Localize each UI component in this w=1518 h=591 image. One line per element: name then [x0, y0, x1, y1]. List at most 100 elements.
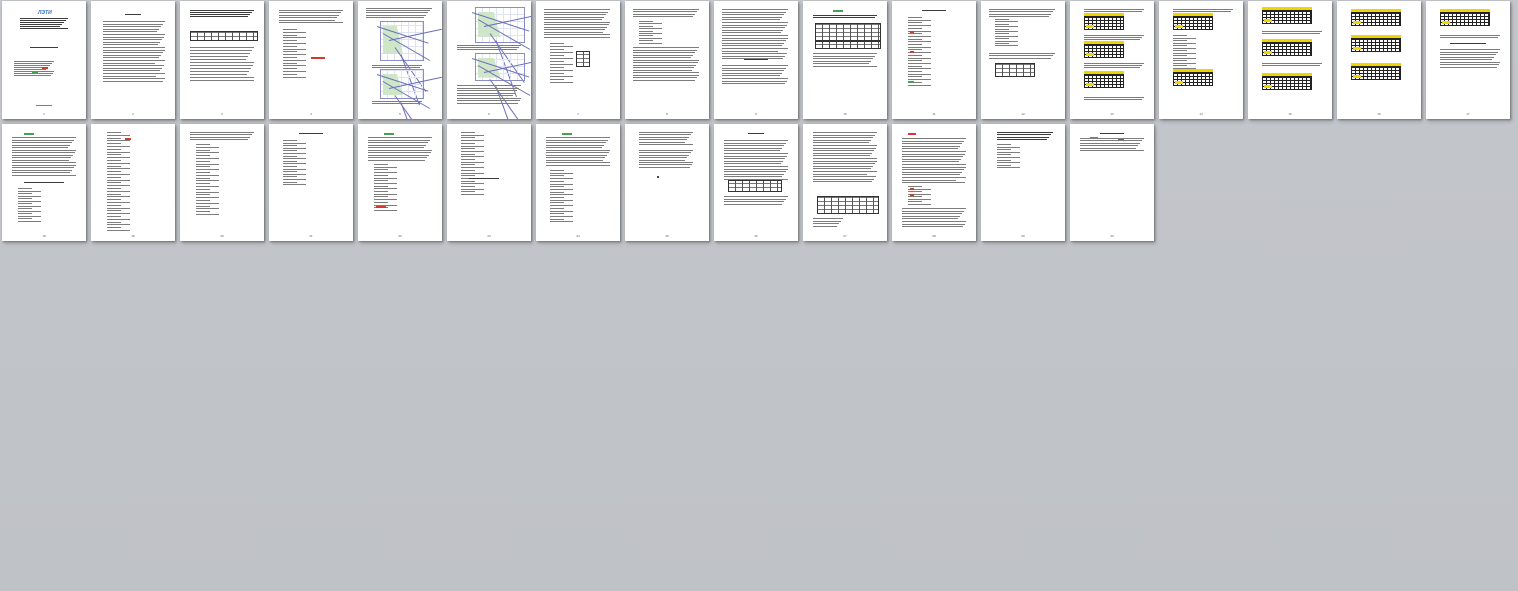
- page-thumbnail[interactable]: 4: [269, 1, 353, 119]
- page-thumbnail[interactable]: 9: [714, 1, 798, 119]
- text-line: [12, 169, 72, 171]
- text-line: [633, 52, 695, 53]
- text-line: [283, 34, 297, 36]
- page-thumbnail[interactable]: 26: [714, 124, 798, 241]
- page-thumbnail[interactable]: 25: [625, 124, 709, 241]
- text-line: [196, 200, 210, 201]
- text-line: [989, 57, 1051, 59]
- text-line: [639, 154, 689, 156]
- text-line: [12, 157, 71, 158]
- page-thumbnail[interactable]: ЛЭТИ 1: [2, 1, 86, 119]
- text-line: [544, 36, 610, 38]
- page-thumbnail[interactable]: 13: [1070, 1, 1154, 119]
- text-line: [633, 69, 692, 71]
- text-line: [190, 65, 253, 66]
- text-line: [902, 208, 966, 209]
- text-line: [1262, 33, 1320, 34]
- page-thumbnail[interactable]: 21: [269, 124, 353, 241]
- page-thumbnail[interactable]: 27: [803, 124, 887, 241]
- page-thumbnail[interactable]: 24: [536, 124, 620, 241]
- page-thumbnail[interactable]: 6: [447, 1, 531, 119]
- page-thumbnail[interactable]: 12: [981, 1, 1065, 119]
- page-thumbnail[interactable]: 28: [892, 124, 976, 241]
- page-thumbnail[interactable]: 14: [1159, 1, 1243, 119]
- text-line: [107, 216, 121, 217]
- text-line: [1173, 40, 1187, 41]
- text-line: [724, 145, 784, 147]
- text-line: [18, 218, 32, 219]
- page-thumbnail[interactable]: 20: [180, 124, 264, 241]
- text-line: [279, 14, 339, 16]
- text-line: [813, 66, 877, 67]
- page-thumbnail[interactable]: 18: [2, 124, 86, 241]
- data-table: [817, 196, 879, 214]
- text-line: [902, 145, 960, 147]
- text-line: [1173, 47, 1196, 49]
- text-line: [722, 65, 788, 66]
- text-line: [279, 22, 343, 23]
- text-line: [103, 41, 160, 43]
- text-line: [902, 223, 965, 225]
- text-line: [908, 198, 931, 200]
- text-line: [550, 215, 573, 217]
- text-line: [550, 202, 564, 204]
- page-thumbnail[interactable]: 11: [892, 1, 976, 119]
- text-line: [107, 140, 130, 142]
- text-line: [190, 62, 254, 63]
- text-line: [722, 42, 784, 44]
- text-line: [103, 60, 165, 61]
- text-line: [103, 28, 159, 30]
- page-thumbnail[interactable]: 10: [803, 1, 887, 119]
- page-thumbnail[interactable]: 7: [536, 1, 620, 119]
- page-thumbnail[interactable]: 22: [358, 124, 442, 241]
- page-thumbnail[interactable]: 23: [447, 124, 531, 241]
- text-line: [372, 101, 422, 102]
- page-thumbnail[interactable]: 30: [1070, 124, 1154, 241]
- heading-line: [125, 14, 141, 15]
- text-line: [18, 205, 41, 207]
- text-line: [724, 140, 788, 141]
- text-line: [107, 171, 121, 173]
- page-thumbnail[interactable]: 29: [981, 124, 1065, 241]
- text-line: [724, 142, 786, 144]
- accent-mark: [910, 194, 914, 196]
- text-line: [196, 172, 210, 173]
- text-line: [457, 49, 517, 50]
- page-thumbnail[interactable]: 2: [91, 1, 175, 119]
- text-line: [724, 163, 781, 165]
- text-line: [457, 95, 513, 96]
- text-line: [461, 142, 475, 144]
- page-thumbnail[interactable]: 8: [625, 1, 709, 119]
- text-line: [722, 55, 785, 57]
- page-thumbnail[interactable]: 17: [1426, 1, 1510, 119]
- text-line: [546, 159, 603, 161]
- page-thumbnail[interactable]: 5: [358, 1, 442, 119]
- text-line: [722, 14, 784, 16]
- highlight-cell: [1175, 25, 1183, 28]
- text-line: [283, 179, 306, 180]
- page-thumbnail[interactable]: 3: [180, 1, 264, 119]
- page-thumbnail[interactable]: 15: [1248, 1, 1332, 119]
- page-thumbnail[interactable]: 19: [91, 124, 175, 241]
- text-line: [724, 203, 782, 205]
- text-line: [722, 32, 781, 34]
- text-line: [813, 142, 869, 144]
- text-line: [722, 53, 787, 55]
- text-line: [196, 155, 210, 157]
- text-line: [550, 207, 564, 209]
- text-line: [902, 153, 965, 155]
- text-line: [1084, 63, 1144, 64]
- text-line: [639, 152, 691, 154]
- text-line: [457, 87, 519, 89]
- text-line: [196, 174, 219, 176]
- text-line: [372, 67, 420, 68]
- text-line: [103, 52, 163, 54]
- page-thumbnail[interactable]: 16: [1337, 1, 1421, 119]
- text-line: [190, 10, 254, 11]
- text-line: [103, 34, 165, 35]
- text-line: [279, 12, 341, 14]
- text-line: [374, 209, 397, 211]
- text-line: [283, 54, 306, 56]
- text-line: [813, 171, 877, 172]
- text-line: [908, 57, 931, 59]
